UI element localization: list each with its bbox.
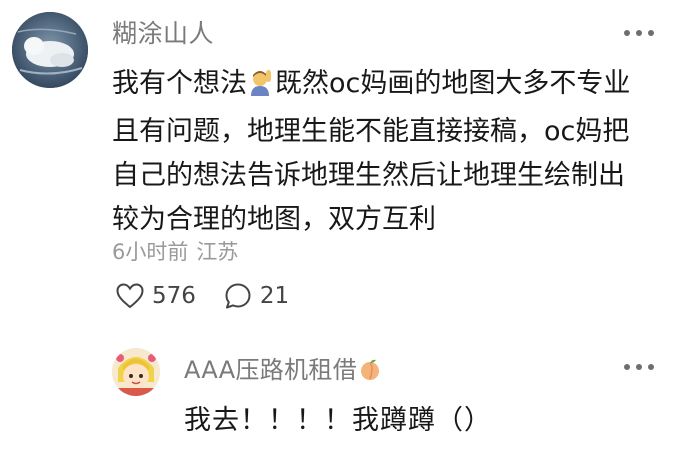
user-avatar[interactable] [12, 12, 88, 88]
peach-emoji [358, 358, 382, 388]
comment-text: 我有个想法 既然oc妈画的地图大多不专业 且有问题，地理生能不能直接接稿，oc妈… [112, 62, 657, 242]
location: 江苏 [196, 240, 239, 264]
comment-line-2: 且有问题，地理生能不能直接接稿，oc妈把 [112, 116, 630, 147]
reply-button[interactable]: 21 [224, 282, 289, 310]
like-count: 576 [152, 283, 196, 309]
comment-line-3: 自己的想法告诉地理生然后让地理生绘制出 [112, 160, 625, 191]
more-options-icon[interactable] [624, 28, 658, 38]
reply-username[interactable]: AAA压路机租借 [184, 350, 383, 388]
comment-meta: 6小时前 江苏 [112, 236, 238, 266]
heart-icon [116, 283, 144, 309]
comment-actions: 576 21 [116, 282, 317, 310]
timestamp: 6小时前 [112, 240, 189, 264]
comment-line-1: 我有个想法 既然oc妈画的地图大多不专业 [112, 62, 657, 110]
person-raising-hand-emoji [248, 66, 274, 110]
reply-count: 21 [259, 283, 290, 309]
reply-user-avatar[interactable] [112, 348, 160, 396]
reply-text: 我去！！！！我蹲蹲（） [184, 405, 492, 436]
reply-more-options-icon[interactable] [624, 362, 658, 372]
username[interactable]: 糊涂山人 [112, 14, 214, 50]
like-button[interactable]: 576 [116, 283, 196, 309]
comment-bubble-icon [225, 283, 251, 309]
